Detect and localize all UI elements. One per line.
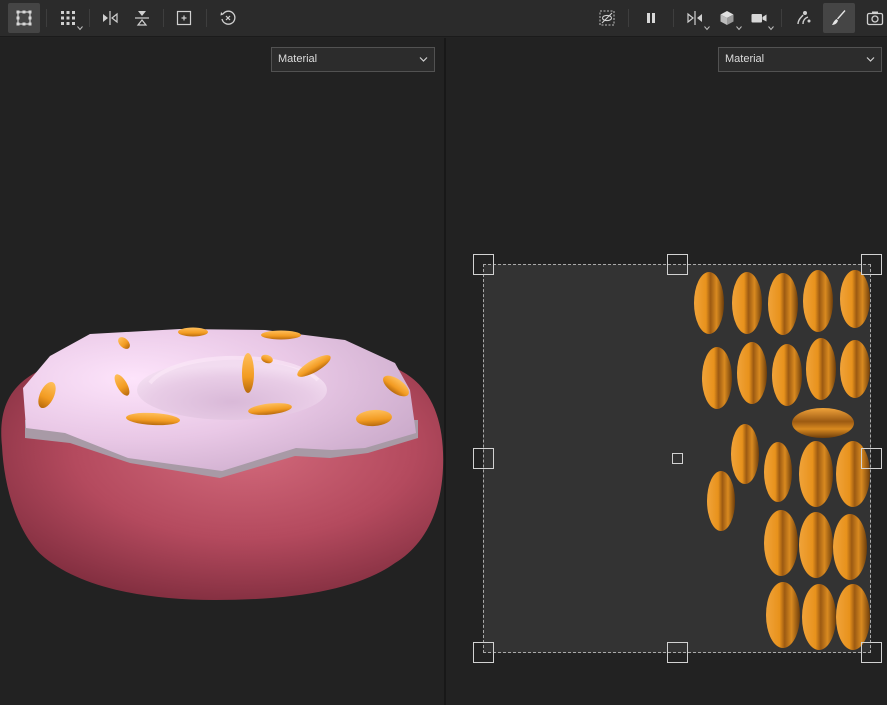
transform-handle-bottom-right[interactable] (861, 642, 882, 663)
reset-view-button[interactable] (212, 3, 244, 33)
transform-handle-center[interactable] (672, 453, 683, 464)
brush-icon (832, 10, 846, 25)
viewport-3d[interactable]: Material (0, 38, 444, 705)
toolbar-separator (781, 9, 782, 27)
flip-horizontal-button[interactable] (94, 3, 126, 33)
cube-icon (720, 11, 734, 25)
grid-select-button[interactable] (52, 3, 84, 33)
chevron-down-icon (77, 26, 83, 31)
screenshot-button[interactable] (859, 3, 887, 33)
selection-tool-button[interactable] (8, 3, 40, 33)
screenshot-icon (866, 11, 884, 26)
camera-icon (751, 14, 767, 23)
transform-handle-bottom[interactable] (667, 642, 688, 663)
viewport-toolbar (0, 0, 887, 37)
grid-select-icon (61, 11, 75, 25)
bake-icon (797, 11, 811, 25)
chevron-down-icon (768, 26, 774, 31)
transform-handle-top-right[interactable] (861, 254, 882, 275)
toolbar-separator (46, 9, 47, 27)
paint-brush-button[interactable] (823, 3, 855, 33)
flip-vertical-icon (135, 11, 149, 26)
viewport-uv-channel-label: Material (725, 53, 765, 65)
chevron-down-icon (736, 26, 742, 31)
fit-icon (176, 10, 192, 26)
symmetry-button[interactable] (679, 3, 711, 33)
transform-handle-top-left[interactable] (473, 254, 494, 275)
symmetry-icon (687, 11, 702, 25)
toolbar-separator (163, 9, 164, 27)
toolbar-separator (673, 9, 674, 27)
flip-horizontal-icon (103, 11, 118, 25)
pause-icon (647, 13, 655, 23)
display-settings-button[interactable] (711, 3, 743, 33)
transform-handle-right[interactable] (861, 448, 882, 469)
painter-window: Material Material (0, 0, 887, 705)
camera-settings-button[interactable] (743, 3, 775, 33)
pause-button[interactable] (635, 3, 667, 33)
donut-3d-model[interactable] (0, 38, 444, 705)
chevron-down-icon (866, 57, 875, 62)
viewport-uv-channel-select[interactable]: Material (718, 47, 882, 72)
toolbar-separator (628, 9, 629, 27)
transform-handle-bottom-left[interactable] (473, 642, 494, 663)
toolbar-separator (206, 9, 207, 27)
fit-view-button[interactable] (168, 3, 200, 33)
chevron-down-icon (704, 26, 710, 31)
transform-handle-left[interactable] (473, 448, 494, 469)
selection-tool-icon (16, 10, 32, 26)
reset-view-icon (220, 10, 236, 25)
hide-icon (599, 10, 615, 26)
flip-vertical-button[interactable] (126, 3, 158, 33)
toolbar-separator (89, 9, 90, 27)
hide-overlay-button[interactable] (591, 3, 623, 33)
bake-tool-button[interactable] (787, 3, 819, 33)
transform-handle-top[interactable] (667, 254, 688, 275)
